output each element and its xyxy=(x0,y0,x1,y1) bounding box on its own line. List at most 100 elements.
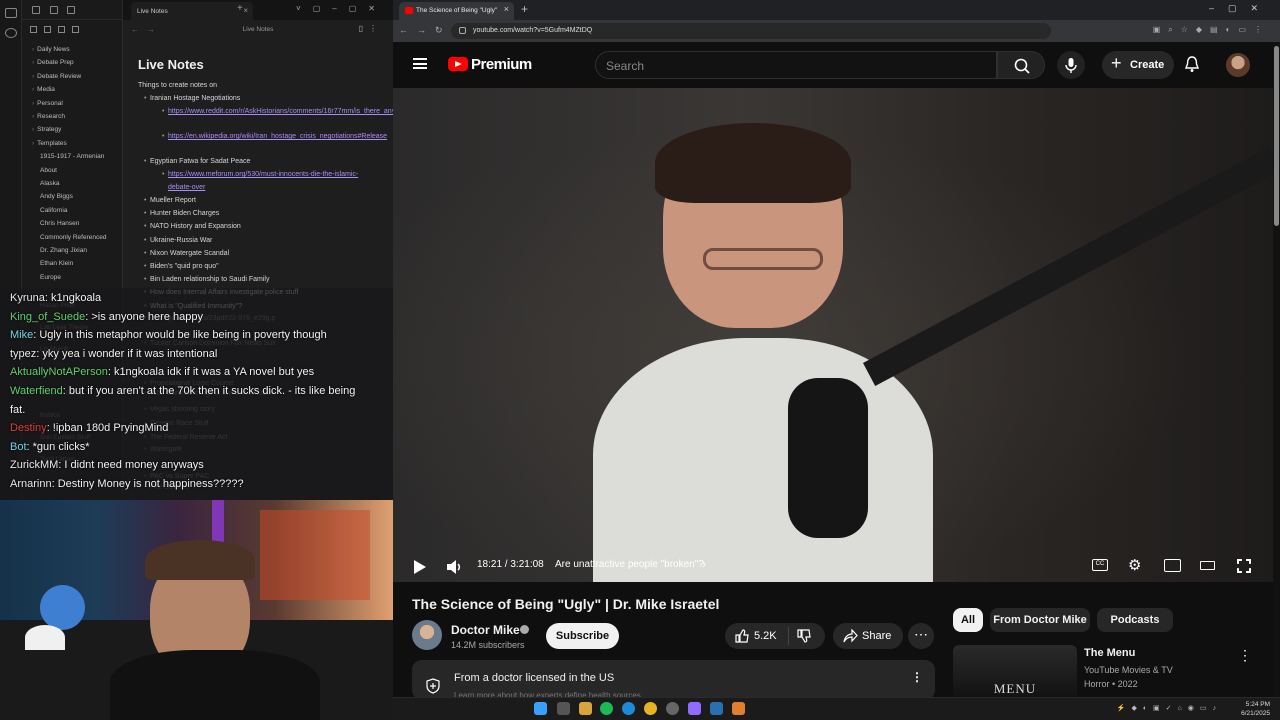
chat-username[interactable]: Destiny xyxy=(10,422,47,434)
chat-username[interactable]: Bot xyxy=(10,441,27,453)
spotify-icon[interactable] xyxy=(600,702,613,715)
tab-youtube[interactable]: The Science of Being "Ugly" | Dr. Mike × xyxy=(399,2,514,20)
window-controls[interactable]: ˅▢–▢✕ xyxy=(296,4,387,13)
thumbs-up-icon[interactable] xyxy=(735,629,749,643)
sidebar-item[interactable]: Media xyxy=(32,86,55,93)
note-link[interactable]: https://www.meforum.org/530/must-innocen… xyxy=(162,169,378,194)
sidebar-item[interactable]: 1915-1917 - Armenian xyxy=(40,153,104,160)
recommendation-channel[interactable]: YouTube Movies & TV xyxy=(1084,665,1173,675)
chat-username[interactable]: typez xyxy=(10,348,36,360)
sort-icon[interactable] xyxy=(58,26,65,33)
fullscreen-icon[interactable] xyxy=(1237,559,1251,573)
chat-username[interactable]: Arnarinn xyxy=(10,478,52,490)
sidebar-item[interactable]: Alaska xyxy=(40,180,60,187)
sidebar-item[interactable]: Andy Biggs xyxy=(40,193,73,200)
bookmark-icon[interactable] xyxy=(67,6,75,14)
sidebar-item[interactable]: Personal xyxy=(32,100,63,107)
address-bar[interactable]: youtube.com/watch?v=5Gufm4MZtDQ xyxy=(451,23,1051,39)
chapter-title[interactable]: Are unattractive people "broken"? xyxy=(555,559,704,570)
reading-view-icon[interactable]: ▯⋮ xyxy=(359,24,383,33)
chat-username[interactable]: Mike xyxy=(10,329,33,341)
play-icon[interactable] xyxy=(413,559,427,575)
kebab-menu-icon[interactable]: ⋮ xyxy=(911,670,923,684)
sidebar-item[interactable]: Daily News xyxy=(32,46,70,53)
window-controls[interactable]: –▢✕ xyxy=(1209,3,1272,14)
new-note-icon[interactable] xyxy=(30,26,37,33)
chat-username[interactable]: Waterfiend xyxy=(10,385,63,397)
note-link[interactable]: https://en.wikipedia.org/wiki/Iran_hosta… xyxy=(162,131,387,144)
nav-buttons-icon[interactable]: ←→↻ xyxy=(399,25,452,36)
sidebar-item[interactable]: Debate Review xyxy=(32,73,81,80)
sidebar-item[interactable]: Chris Hansen xyxy=(40,220,79,227)
youtube-brand[interactable]: Premium xyxy=(471,56,532,73)
sidebar-item[interactable]: Strategy xyxy=(32,126,61,133)
account-avatar[interactable] xyxy=(1226,53,1250,77)
folder-icon[interactable] xyxy=(32,6,40,14)
kebab-menu-icon[interactable]: ⋮ xyxy=(1238,647,1252,664)
video-player[interactable] xyxy=(393,88,1273,582)
health-info-card[interactable]: From a doctor licensed in the US Learn m… xyxy=(412,660,935,700)
notifications-icon[interactable] xyxy=(1184,56,1200,73)
new-folder-icon[interactable] xyxy=(44,26,51,33)
chip-all[interactable]: All xyxy=(953,608,983,632)
more-actions-button[interactable]: ⋯ xyxy=(908,623,934,649)
chip-from-doctor-mike[interactable]: From Doctor Mike xyxy=(990,608,1090,632)
steam-icon[interactable] xyxy=(710,702,723,715)
edge-icon[interactable] xyxy=(622,702,635,715)
thumbs-down-icon[interactable] xyxy=(797,629,811,643)
chat-username[interactable]: ZurickMM xyxy=(10,459,58,471)
volume-icon[interactable] xyxy=(446,559,464,575)
windows-start-icon[interactable] xyxy=(534,702,547,715)
create-button[interactable]: Create xyxy=(1102,51,1174,79)
chevron-right-icon[interactable]: › xyxy=(702,557,706,571)
sidebar-toggle-icon[interactable] xyxy=(5,8,17,18)
extensions-icon[interactable]: ▣⌕☆◆▤◐▭⋮ xyxy=(1153,25,1270,35)
page-scrollbar[interactable] xyxy=(1273,42,1280,697)
sidebar-item[interactable]: About xyxy=(40,167,57,174)
system-clock[interactable]: 5:24 PM 6/21/2025 xyxy=(1241,700,1270,718)
chat-username[interactable]: Kyruna xyxy=(10,292,45,304)
captions-icon[interactable]: CC xyxy=(1092,559,1108,571)
chrome-icon[interactable] xyxy=(644,702,657,715)
close-icon[interactable]: × xyxy=(504,4,509,14)
file-explorer-icon[interactable] xyxy=(579,702,592,715)
new-tab-icon[interactable]: + xyxy=(521,2,528,16)
close-icon[interactable]: × xyxy=(243,6,248,15)
settings-gear-icon[interactable]: ⚙ xyxy=(1128,556,1141,574)
chat-username[interactable]: King_of_Suede xyxy=(10,311,85,323)
voice-search-button[interactable] xyxy=(1057,51,1085,79)
chip-podcasts[interactable]: Podcasts xyxy=(1097,608,1173,632)
system-tray-icons[interactable]: ⚡◆◐▣✓⌂◉▭♪ xyxy=(1117,704,1222,712)
chat-username[interactable]: AktuallyNotAPerson xyxy=(10,366,108,378)
sidebar-item[interactable]: Dr. Zhang Jixian xyxy=(40,247,87,254)
task-view-icon[interactable] xyxy=(557,702,570,715)
search-button[interactable] xyxy=(997,51,1045,79)
theater-mode-icon[interactable] xyxy=(1200,561,1215,570)
sidebar-item[interactable]: Research xyxy=(32,113,65,120)
youtube-logo-icon[interactable] xyxy=(448,57,468,71)
sidebar-item[interactable]: Ethan Klein xyxy=(40,260,73,267)
sidebar-item[interactable]: Commonly Referenced xyxy=(40,234,106,241)
channel-name[interactable]: Doctor Mike xyxy=(451,623,520,637)
tab-live-notes[interactable]: Live Notes × xyxy=(131,2,253,20)
channel-avatar[interactable] xyxy=(412,620,442,650)
site-info-icon[interactable] xyxy=(459,27,466,34)
miniplayer-icon[interactable] xyxy=(1164,559,1181,572)
note-link[interactable]: https://www.reddit.com/r/AskHistorians/c… xyxy=(162,106,502,119)
sidebar-item[interactable]: Europe xyxy=(40,274,61,281)
compass-icon[interactable] xyxy=(5,28,17,38)
obsidian-icon[interactable] xyxy=(688,702,701,715)
share-button[interactable]: Share xyxy=(833,623,903,649)
sidebar-item[interactable]: Debate Prep xyxy=(32,59,74,66)
collapse-icon[interactable] xyxy=(72,26,79,33)
recommendation-thumbnail[interactable]: MENU xyxy=(953,645,1077,700)
settings-icon[interactable] xyxy=(732,702,745,715)
sidebar-item[interactable]: Templates xyxy=(32,140,67,147)
search-icon[interactable] xyxy=(50,6,58,14)
sidebar-item[interactable]: California xyxy=(40,207,67,214)
search-input[interactable] xyxy=(606,58,986,74)
like-count[interactable]: 5.2K xyxy=(754,630,777,642)
obs-icon[interactable] xyxy=(666,702,679,715)
new-tab-icon[interactable]: + xyxy=(237,3,243,14)
subscribe-button[interactable]: Subscribe xyxy=(546,623,619,649)
